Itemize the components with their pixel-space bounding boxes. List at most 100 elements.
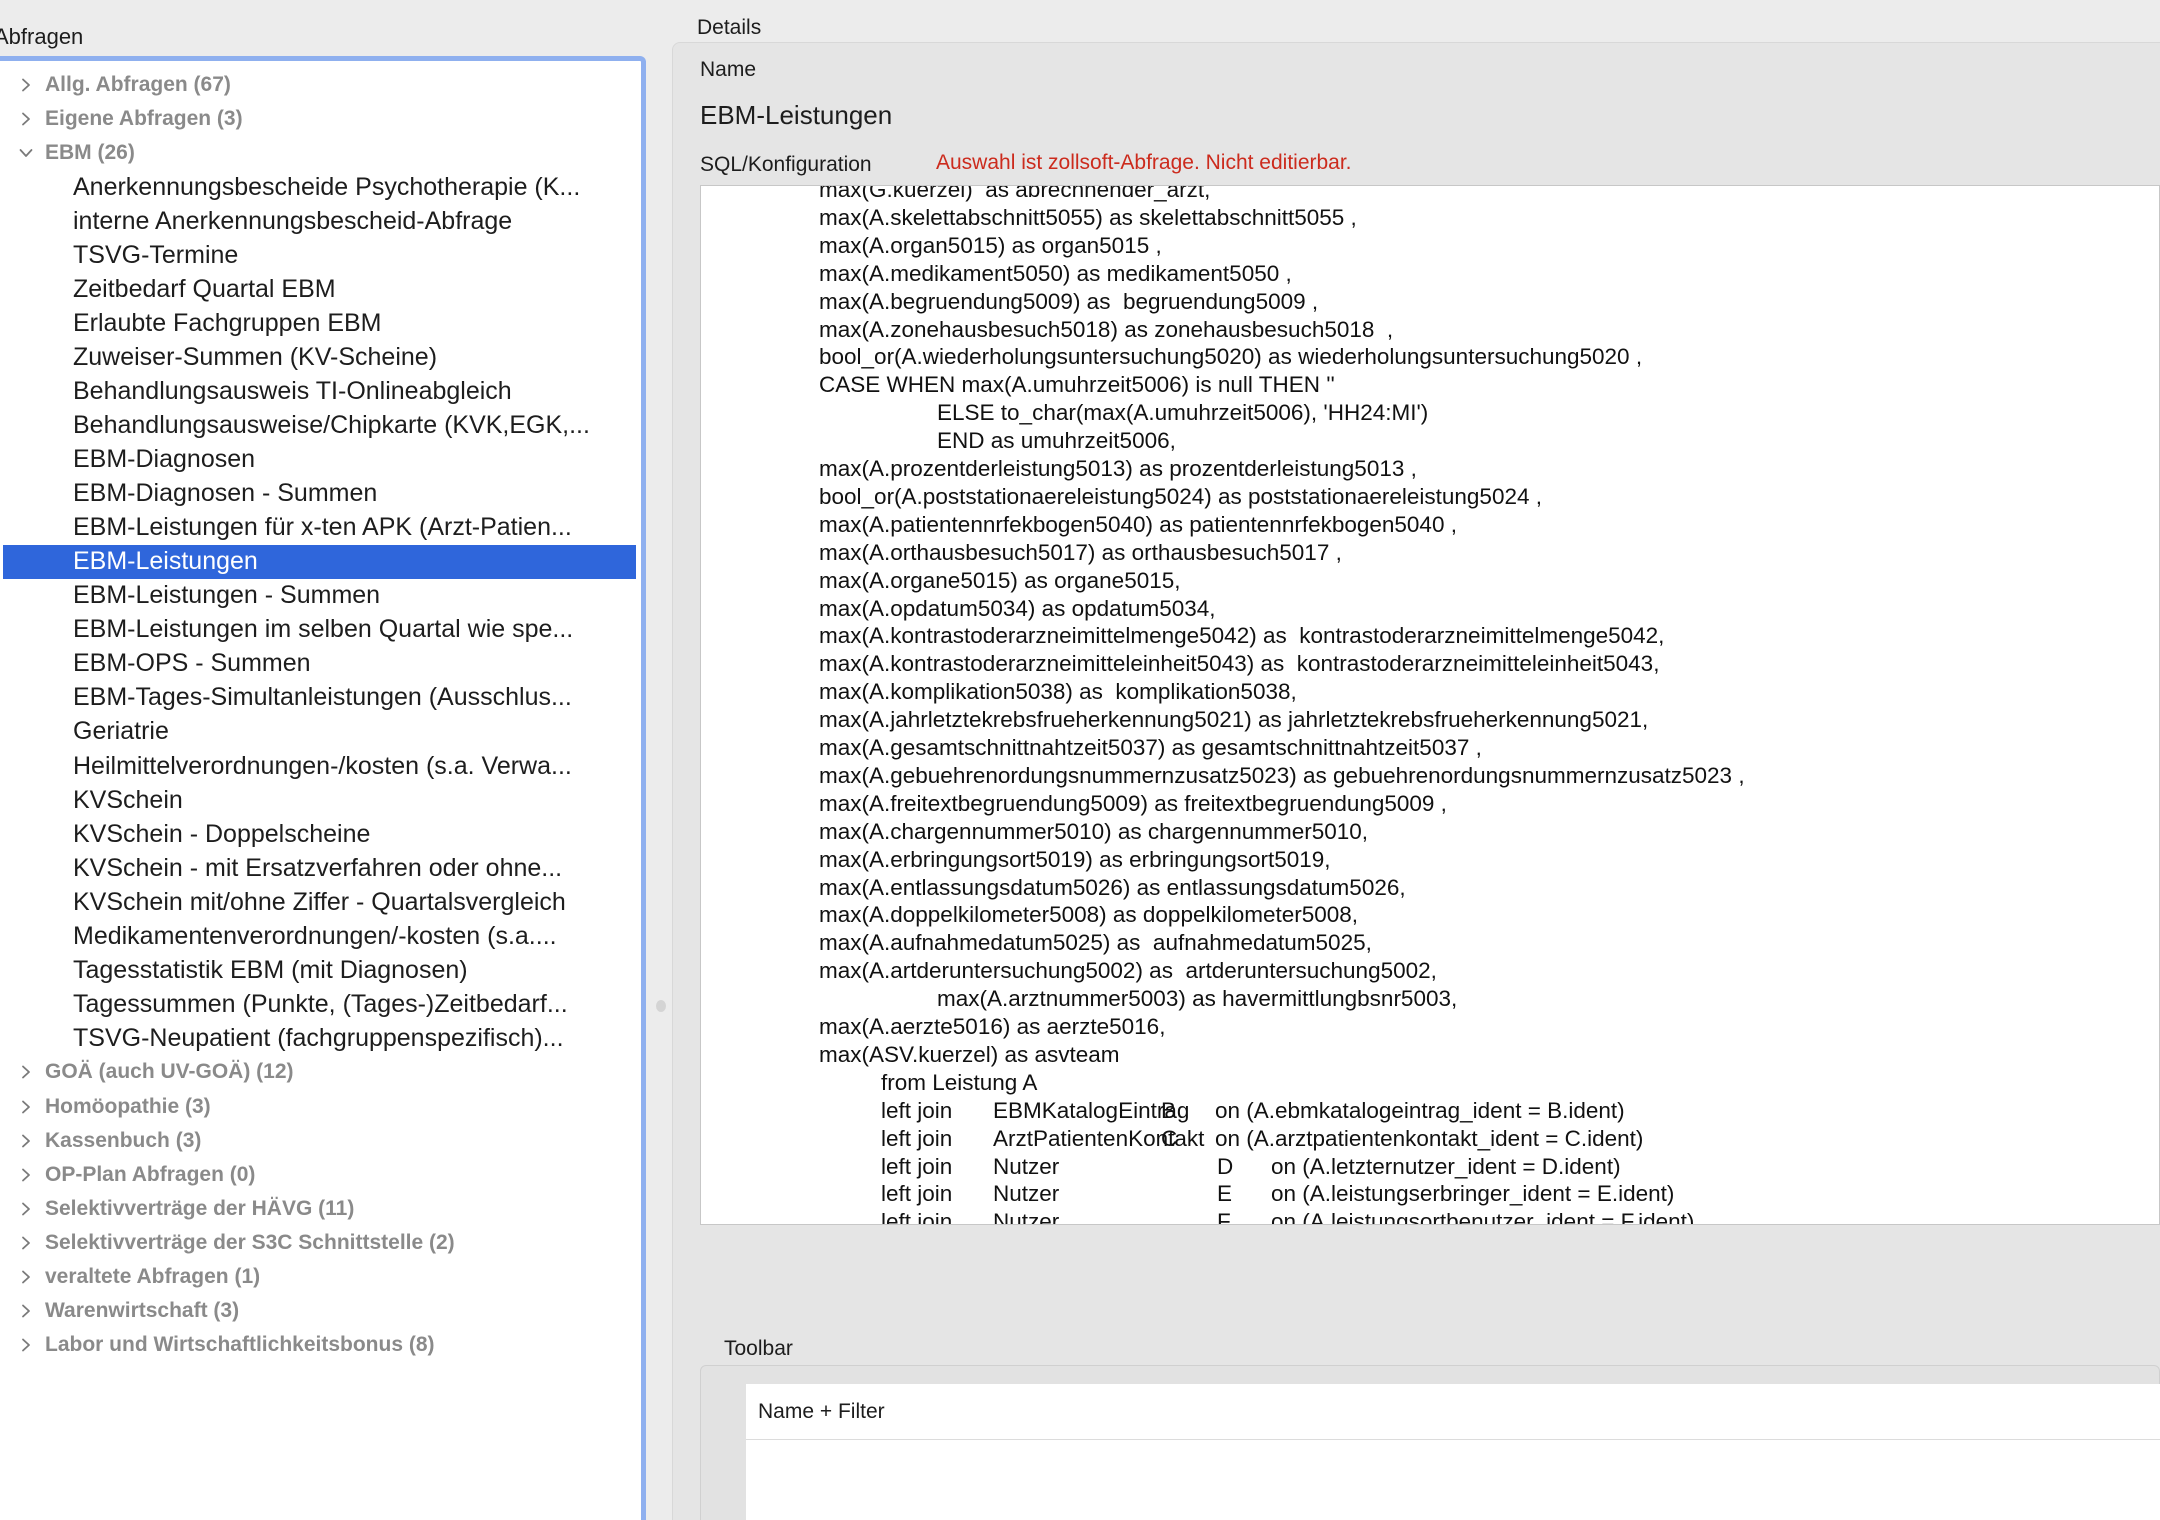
column-header-name-filter[interactable]: Name + Filter [746, 1384, 2160, 1440]
tree-item[interactable]: Behandlungsausweise/Chipkarte (KVK,EGK,.… [0, 409, 641, 443]
chevron-right-icon[interactable] [16, 1294, 36, 1328]
tree-item[interactable]: KVSchein mit/ohne Ziffer - Quartalsvergl… [0, 885, 641, 919]
tree-item-label: Tagesstatistik EBM (mit Diagnosen) [73, 955, 468, 984]
sql-line: max(A.jahrletztekrebsfrueherkennung5021)… [819, 707, 1649, 733]
sql-line: max(A.aufnahmedatum5025) as aufnahmedatu… [819, 930, 1372, 956]
chevron-right-icon[interactable] [16, 1192, 36, 1226]
sql-token: Nutzer [993, 1153, 1060, 1179]
toolbar-table[interactable]: Name + Filter [746, 1384, 2160, 1520]
tree-item[interactable]: Zuweiser-Summen (KV-Scheine) [0, 340, 641, 374]
sql-line: max(A.organ5015) as organ5015 , [819, 232, 1162, 258]
tree-item-label: Selektivverträge der S3C Schnittstelle (… [45, 1230, 455, 1254]
tree-item[interactable]: Zeitbedarf Quartal EBM [0, 272, 641, 306]
sql-line: max(A.medikament5050) as medikament5050 … [819, 260, 1292, 286]
sql-line: max(A.skelettabschnitt5055) as skelettab… [819, 204, 1357, 230]
tree-item[interactable]: Medikamentenverordnungen/-kosten (s.a...… [0, 919, 641, 953]
sql-token: left join [881, 1209, 953, 1225]
chevron-right-icon[interactable] [16, 1124, 36, 1158]
name-value: EBM-Leistungen [700, 100, 893, 130]
sql-line: max(A.orthausbesuch5017) as orthausbesuc… [819, 539, 1342, 565]
tree-item-label: EBM-Tages-Simultanleistungen (Ausschlus.… [73, 683, 572, 712]
tree-group[interactable]: Allg. Abfragen (67) [0, 68, 641, 102]
tree-group[interactable]: EBM (26) [0, 136, 641, 170]
tree-group[interactable]: Selektivverträge der S3C Schnittstelle (… [0, 1226, 641, 1260]
tree-group[interactable]: Kassenbuch (3) [0, 1124, 641, 1158]
chevron-right-icon[interactable] [16, 1260, 36, 1294]
tree-item-label: veraltete Abfragen (1) [45, 1264, 261, 1288]
tree-item[interactable]: KVSchein - mit Ersatzverfahren oder ohne… [0, 851, 641, 885]
toolbar-title: Toolbar [724, 1337, 793, 1360]
sql-line: max(A.patientennrfekbogen5040) as patien… [819, 511, 1457, 537]
tree-item[interactable]: interne Anerkennungsbescheid-Abfrage [0, 204, 641, 238]
tree-item-label: Homöopathie (3) [45, 1094, 211, 1118]
tree-item[interactable]: Anerkennungsbescheide Psychotherapie (K.… [0, 170, 641, 204]
tree-item[interactable]: Tagesstatistik EBM (mit Diagnosen) [0, 953, 641, 987]
chevron-right-icon[interactable] [16, 1055, 36, 1089]
sql-line: CASE WHEN max(A.umuhrzeit5006) is null T… [819, 372, 1335, 398]
tree-item[interactable]: EBM-Diagnosen [0, 443, 641, 477]
tree-item[interactable]: Geriatrie [0, 715, 641, 749]
tree-item[interactable]: Erlaubte Fachgruppen EBM [0, 306, 641, 340]
tree-item-label: Eigene Abfragen (3) [45, 107, 243, 131]
tree-item-label: Labor und Wirtschaftlichkeitsbonus (8) [45, 1332, 435, 1356]
tree-item-label: EBM-Leistungen im selben Quartal wie spe… [73, 615, 574, 644]
tree-item[interactable]: EBM-Leistungen für x-ten APK (Arzt-Patie… [0, 511, 641, 545]
sql-line: from Leistung A [881, 1069, 1038, 1095]
sql-line: max(A.erbringungsort5019) as erbringungs… [819, 846, 1331, 872]
tree-group[interactable]: veraltete Abfragen (1) [0, 1260, 641, 1294]
sql-line: max(A.artderuntersuchung5002) as artderu… [819, 958, 1437, 984]
details-title: Details [697, 16, 762, 39]
chevron-right-icon[interactable] [16, 1226, 36, 1260]
queries-title: Abfragen [0, 24, 84, 49]
tree-item[interactable]: EBM-Leistungen - Summen [0, 579, 641, 613]
tree-item[interactable]: EBM-Leistungen [3, 544, 636, 579]
tree-item-label: Warenwirtschaft (3) [45, 1298, 240, 1322]
sql-line: max(A.organe5015) as organe5015, [819, 567, 1181, 593]
chevron-right-icon[interactable] [16, 1090, 36, 1124]
tree-item[interactable]: Tagessummen (Punkte, (Tages-)Zeitbedarf.… [0, 987, 641, 1021]
tree-item[interactable]: KVSchein [0, 783, 641, 817]
tree-item-label: OP-Plan Abfragen (0) [45, 1162, 256, 1186]
tree-item[interactable]: KVSchein - Doppelscheine [0, 817, 641, 851]
tree-item-label: EBM-Diagnosen - Summen [73, 479, 378, 508]
tree-group[interactable]: Selektivverträge der HÄVG (11) [0, 1192, 641, 1226]
splitter-handle[interactable] [656, 1000, 666, 1012]
tree-group[interactable]: OP-Plan Abfragen (0) [0, 1158, 641, 1192]
sql-editor[interactable]: max(G.kuerzel) as abrechnender_arzt, max(… [700, 185, 2160, 1225]
tree-item-label: Allg. Abfragen (67) [45, 73, 231, 96]
tree-item[interactable]: Heilmittelverordnungen-/kosten (s.a. Ver… [0, 749, 641, 783]
sql-line: max(A.arztnummer5003) as havermittlungbs… [937, 986, 1458, 1012]
tree-group[interactable]: Eigene Abfragen (3) [0, 102, 641, 136]
sql-token: B [1161, 1097, 1177, 1123]
chevron-right-icon[interactable] [16, 102, 36, 136]
sql-token: F [1217, 1209, 1231, 1225]
sql-line: max(A.komplikation5038) as komplikation5… [819, 679, 1297, 705]
chevron-right-icon[interactable] [16, 68, 36, 102]
tree-group[interactable]: Warenwirtschaft (3) [0, 1294, 641, 1328]
tree-item-label: EBM (26) [45, 141, 135, 165]
tree-item[interactable]: TSVG-Termine [0, 238, 641, 272]
sql-token: left join [881, 1181, 953, 1207]
chevron-right-icon[interactable] [16, 1158, 36, 1192]
sql-line: ELSE to_char(max(A.umuhrzeit5006), 'HH24… [937, 400, 1429, 426]
sql-token: on (A.ebmkatalogeintrag_ident = B.ident) [1215, 1097, 1625, 1123]
tree-item[interactable]: TSVG-Neupatient (fachgruppenspezifisch).… [0, 1021, 641, 1055]
tree-item-label: Selektivverträge der HÄVG (11) [45, 1196, 355, 1220]
tree-item[interactable]: EBM-Diagnosen - Summen [0, 477, 641, 511]
tree-item-label: KVSchein [73, 785, 183, 814]
queries-tree[interactable]: Allg. Abfragen (67) Eigene Abfragen (3) EB… [0, 56, 646, 1520]
tree-item[interactable]: EBM-Tages-Simultanleistungen (Ausschlus.… [0, 681, 641, 715]
tree-item-label: Tagessummen (Punkte, (Tages-)Zeitbedarf.… [73, 989, 568, 1018]
tree-group[interactable]: Labor und Wirtschaftlichkeitsbonus (8) [0, 1328, 641, 1362]
chevron-down-icon[interactable] [16, 136, 36, 170]
tree-group[interactable]: Homöopathie (3) [0, 1090, 641, 1124]
chevron-right-icon[interactable] [16, 1328, 36, 1362]
sql-line: bool_or(A.wiederholungsuntersuchung5020)… [819, 344, 1643, 370]
tree-item-label: TSVG-Neupatient (fachgruppenspezifisch).… [73, 1023, 564, 1052]
sql-line: max(A.chargennummer5010) as chargennumme… [819, 818, 1369, 844]
sql-token: on (A.letzternutzer_ident = D.ident) [1271, 1153, 1621, 1179]
tree-item[interactable]: EBM-OPS - Summen [0, 647, 641, 681]
tree-item[interactable]: EBM-Leistungen im selben Quartal wie spe… [0, 613, 641, 647]
tree-group[interactable]: GOÄ (auch UV-GOÄ) (12) [0, 1055, 641, 1089]
tree-item[interactable]: Behandlungsausweis TI-Onlineabgleich [0, 374, 641, 408]
